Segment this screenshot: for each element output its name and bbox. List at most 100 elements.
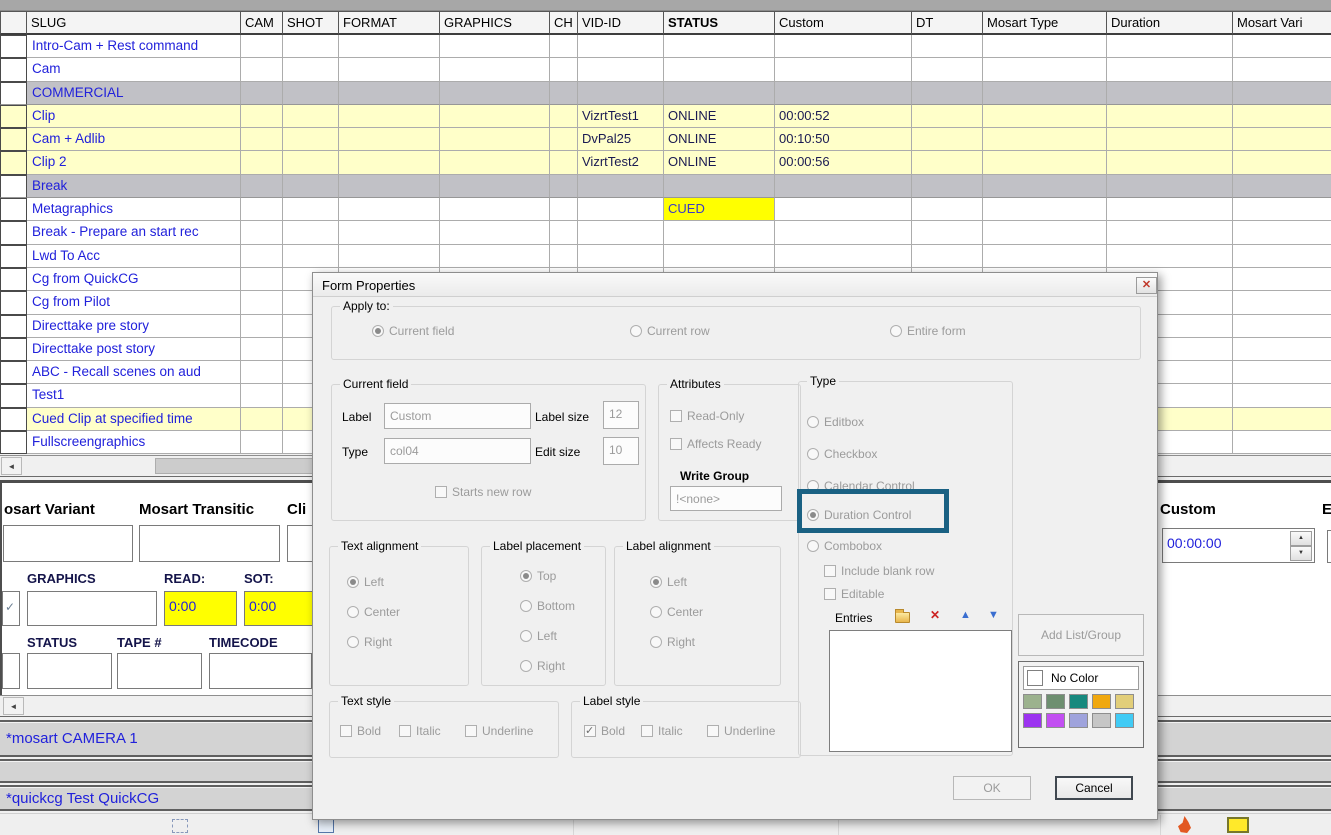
custom-duration-input[interactable]: 00:00:00 ▲ ▼ xyxy=(1162,528,1315,563)
cell-shot[interactable] xyxy=(283,151,339,174)
table-row[interactable]: Clip 2VizrtTest2ONLINE00:00:56 xyxy=(0,151,1331,174)
dock-outline-icon[interactable] xyxy=(172,819,188,833)
cell-mosart-variant[interactable] xyxy=(1233,291,1331,314)
cell-shot[interactable] xyxy=(283,128,339,151)
type-input[interactable]: col04 xyxy=(384,438,531,464)
table-row[interactable]: COMMERCIAL xyxy=(0,82,1331,105)
cell-mosart-type[interactable] xyxy=(983,35,1107,58)
cell-mosart-type[interactable] xyxy=(983,128,1107,151)
color-swatch[interactable] xyxy=(1069,713,1088,728)
cell-mosart-type[interactable] xyxy=(983,175,1107,198)
checkbox-label-underline[interactable]: Underline xyxy=(707,724,775,738)
cell-cam[interactable] xyxy=(241,431,283,454)
cell-slug[interactable]: Clip 2 xyxy=(27,151,241,174)
cell-format[interactable] xyxy=(339,198,440,221)
scroll-left-button[interactable]: ◄ xyxy=(1,457,22,475)
cell-format[interactable] xyxy=(339,128,440,151)
radio-current-field[interactable]: Current field xyxy=(372,324,454,338)
checkbox-text-underline[interactable]: Underline xyxy=(465,724,533,738)
cell-dt[interactable] xyxy=(912,35,983,58)
label-size-input[interactable]: 12 xyxy=(603,401,639,429)
cell-duration[interactable] xyxy=(1107,105,1233,128)
cell-slug[interactable]: ABC - Recall scenes on aud xyxy=(27,361,241,384)
cell-ch[interactable] xyxy=(550,151,578,174)
read-time-input[interactable]: 0:00 xyxy=(164,591,237,626)
ok-button[interactable]: OK xyxy=(953,776,1031,800)
color-swatch[interactable] xyxy=(1023,713,1042,728)
cell-graphics[interactable] xyxy=(440,82,550,105)
color-swatch[interactable] xyxy=(1023,694,1042,709)
cell-dt[interactable] xyxy=(912,175,983,198)
cell-graphics[interactable] xyxy=(440,35,550,58)
radio-checkbox[interactable]: Checkbox xyxy=(807,447,877,461)
cell-duration[interactable] xyxy=(1107,35,1233,58)
cell-custom[interactable] xyxy=(775,35,912,58)
cell-mosart-variant[interactable] xyxy=(1233,361,1331,384)
timecode-input[interactable] xyxy=(209,653,312,689)
cell-mosart-type[interactable] xyxy=(983,58,1107,81)
cell-cam[interactable] xyxy=(241,221,283,244)
radio-text-align-center[interactable]: Center xyxy=(347,605,400,619)
cell-custom[interactable] xyxy=(775,82,912,105)
row-selector[interactable] xyxy=(0,105,27,128)
cell-slug[interactable]: Test1 xyxy=(27,384,241,407)
row-selector[interactable] xyxy=(0,151,27,174)
radio-duration-control[interactable]: Duration Control xyxy=(807,508,911,522)
cell-cam[interactable] xyxy=(241,35,283,58)
cell-custom[interactable] xyxy=(775,198,912,221)
cell-mosart-variant[interactable] xyxy=(1233,408,1331,431)
tape-input[interactable] xyxy=(117,653,202,689)
column-header-slug[interactable]: SLUG xyxy=(27,11,241,35)
cell-status[interactable]: ONLINE xyxy=(664,151,775,174)
move-down-button[interactable]: ▼ xyxy=(988,609,999,621)
cell-slug[interactable]: Directtake post story xyxy=(27,338,241,361)
table-row[interactable]: Intro-Cam + Rest command xyxy=(0,35,1331,58)
graphics-input[interactable] xyxy=(27,591,157,626)
cell-status[interactable] xyxy=(664,221,775,244)
cell-ch[interactable] xyxy=(550,221,578,244)
row-selector[interactable] xyxy=(0,338,27,361)
cell-cam[interactable] xyxy=(241,151,283,174)
checkbox-affects-ready[interactable]: Affects Ready xyxy=(670,437,761,451)
cell-vid-id[interactable]: VizrtTest2 xyxy=(578,151,664,174)
cell-custom[interactable] xyxy=(775,245,912,268)
cell-dt[interactable] xyxy=(912,105,983,128)
cell-vid-id[interactable]: VizrtTest1 xyxy=(578,105,664,128)
color-swatch[interactable] xyxy=(1115,713,1134,728)
add-list-group-button[interactable]: Add List/Group xyxy=(1018,614,1144,656)
row-selector[interactable] xyxy=(0,408,27,431)
cell-slug[interactable]: Cg from QuickCG xyxy=(27,268,241,291)
cell-status[interactable] xyxy=(664,82,775,105)
cell-duration[interactable] xyxy=(1107,128,1233,151)
cell-graphics[interactable] xyxy=(440,245,550,268)
dock-panel-icon[interactable] xyxy=(318,819,334,833)
cell-shot[interactable] xyxy=(283,221,339,244)
cell-ch[interactable] xyxy=(550,35,578,58)
cell-cam[interactable] xyxy=(241,58,283,81)
cell-mosart-variant[interactable] xyxy=(1233,151,1331,174)
cell-mosart-variant[interactable] xyxy=(1233,35,1331,58)
column-header-selector[interactable] xyxy=(0,11,27,35)
cell-shot[interactable] xyxy=(283,82,339,105)
row-selector[interactable] xyxy=(0,315,27,338)
cell-cam[interactable] xyxy=(241,291,283,314)
cell-custom[interactable]: 00:00:52 xyxy=(775,105,912,128)
scroll-left-button[interactable]: ◄ xyxy=(3,697,24,715)
cell-ch[interactable] xyxy=(550,128,578,151)
cell-graphics[interactable] xyxy=(440,105,550,128)
table-row[interactable]: Break - Prepare an start rec xyxy=(0,221,1331,244)
cell-status[interactable] xyxy=(664,58,775,81)
cell-cam[interactable] xyxy=(241,128,283,151)
table-row[interactable]: Break xyxy=(0,175,1331,198)
radio-combobox[interactable]: Combobox xyxy=(807,539,882,553)
table-row[interactable]: Lwd To Acc xyxy=(0,245,1331,268)
cell-custom[interactable] xyxy=(775,175,912,198)
cell-format[interactable] xyxy=(339,35,440,58)
row-selector[interactable] xyxy=(0,221,27,244)
cell-mosart-type[interactable] xyxy=(983,198,1107,221)
column-header-dt[interactable]: DT xyxy=(912,11,983,35)
cell-slug[interactable]: Fullscreengraphics xyxy=(27,431,241,454)
cell-slug[interactable]: COMMERCIAL xyxy=(27,82,241,105)
cell-graphics[interactable] xyxy=(440,151,550,174)
radio-text-align-left[interactable]: Left xyxy=(347,575,384,589)
